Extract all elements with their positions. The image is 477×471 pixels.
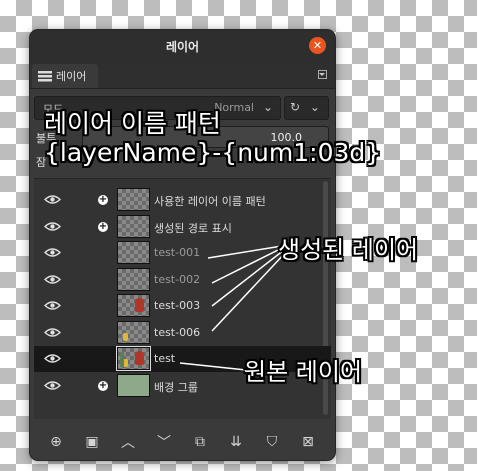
expand-group-icon[interactable]: + xyxy=(98,195,108,205)
eye-icon[interactable] xyxy=(44,247,61,258)
reset-icon: ↻ xyxy=(290,100,301,114)
layers-icon xyxy=(38,71,52,82)
pattern-value-annotation: {layerName}-{num1:03d} xyxy=(44,138,382,167)
layer-name: test-003 xyxy=(154,299,201,312)
raise-layer-icon[interactable]: ︿ xyxy=(116,430,140,454)
duplicate-layer-icon[interactable]: ⧉ xyxy=(188,430,212,454)
generated-layers-annotation: 생성된 레이어 xyxy=(278,236,419,264)
delete-layer-icon[interactable]: ⊠ xyxy=(296,430,320,454)
layer-row[interactable]: test-002 xyxy=(34,267,331,293)
close-icon[interactable]: ✕ xyxy=(309,37,326,54)
layer-row[interactable]: test-006 xyxy=(34,320,331,346)
layer-thumbnail xyxy=(117,294,150,317)
add-mask-icon[interactable]: ⛉ xyxy=(260,430,284,454)
eye-icon[interactable] xyxy=(44,380,61,391)
layer-thumbnail xyxy=(117,188,150,211)
original-layer-annotation: 원본 레이어 xyxy=(244,358,363,386)
layer-name: test-001 xyxy=(154,246,201,259)
layer-thumbnail xyxy=(117,320,150,344)
chevron-down-icon: ⌄ xyxy=(309,100,320,114)
titlebar: 레이어 ✕ xyxy=(30,30,335,62)
layer-thumbnail xyxy=(117,214,150,238)
eye-icon[interactable] xyxy=(44,353,61,364)
eye-icon[interactable] xyxy=(44,274,61,285)
expand-group-icon[interactable]: + xyxy=(98,380,108,391)
layer-name: test xyxy=(154,352,176,365)
pattern-title-annotation: 레이어 이름 패턴 xyxy=(44,109,221,138)
tab-label: 레이어 xyxy=(56,70,87,83)
expand-group-icon[interactable]: + xyxy=(98,221,108,232)
thumbnail-figure xyxy=(123,332,128,341)
chevron-down-icon: ⌄ xyxy=(262,100,273,114)
layer-toolbar: ⊕ ▣ ︿ ﹀ ⧉ ⇊ ⛉ ⊠ xyxy=(30,425,335,460)
tab-menu-icon[interactable] xyxy=(318,70,327,79)
new-layer-icon[interactable]: ⊕ xyxy=(44,430,68,454)
layer-row[interactable]: + 사용한 레이어 이름 패턴 xyxy=(34,187,331,213)
tab-layers[interactable]: 레이어 xyxy=(32,64,98,88)
thumbnail-figure xyxy=(135,298,144,312)
layer-name: test-006 xyxy=(154,325,201,339)
tab-bar: 레이어 xyxy=(30,62,335,89)
layer-name: 사용한 레이어 이름 패턴 xyxy=(154,195,266,208)
merge-down-icon[interactable]: ⇊ xyxy=(224,430,248,454)
layer-thumbnail xyxy=(117,347,150,370)
window-title: 레이어 xyxy=(165,39,200,54)
composite-mode-button[interactable]: ↻ ⌄ xyxy=(284,96,329,120)
new-group-icon[interactable]: ▣ xyxy=(80,430,104,454)
layer-row[interactable]: test-003 xyxy=(34,293,331,319)
layer-name: 생성된 경로 표시 xyxy=(154,221,232,235)
layer-name: test-002 xyxy=(154,272,201,286)
layer-thumbnail xyxy=(117,373,150,397)
eye-icon[interactable] xyxy=(44,300,61,311)
lower-layer-icon[interactable]: ﹀ xyxy=(152,430,176,454)
layer-thumbnail xyxy=(117,241,150,264)
eye-icon[interactable] xyxy=(44,327,61,338)
thumbnail-figure xyxy=(120,352,124,367)
eye-icon[interactable] xyxy=(44,194,61,205)
thumbnail-figure xyxy=(135,351,144,365)
layer-name: 배경 그룹 xyxy=(154,380,198,394)
eye-icon[interactable] xyxy=(44,221,61,232)
layer-thumbnail xyxy=(117,267,150,291)
